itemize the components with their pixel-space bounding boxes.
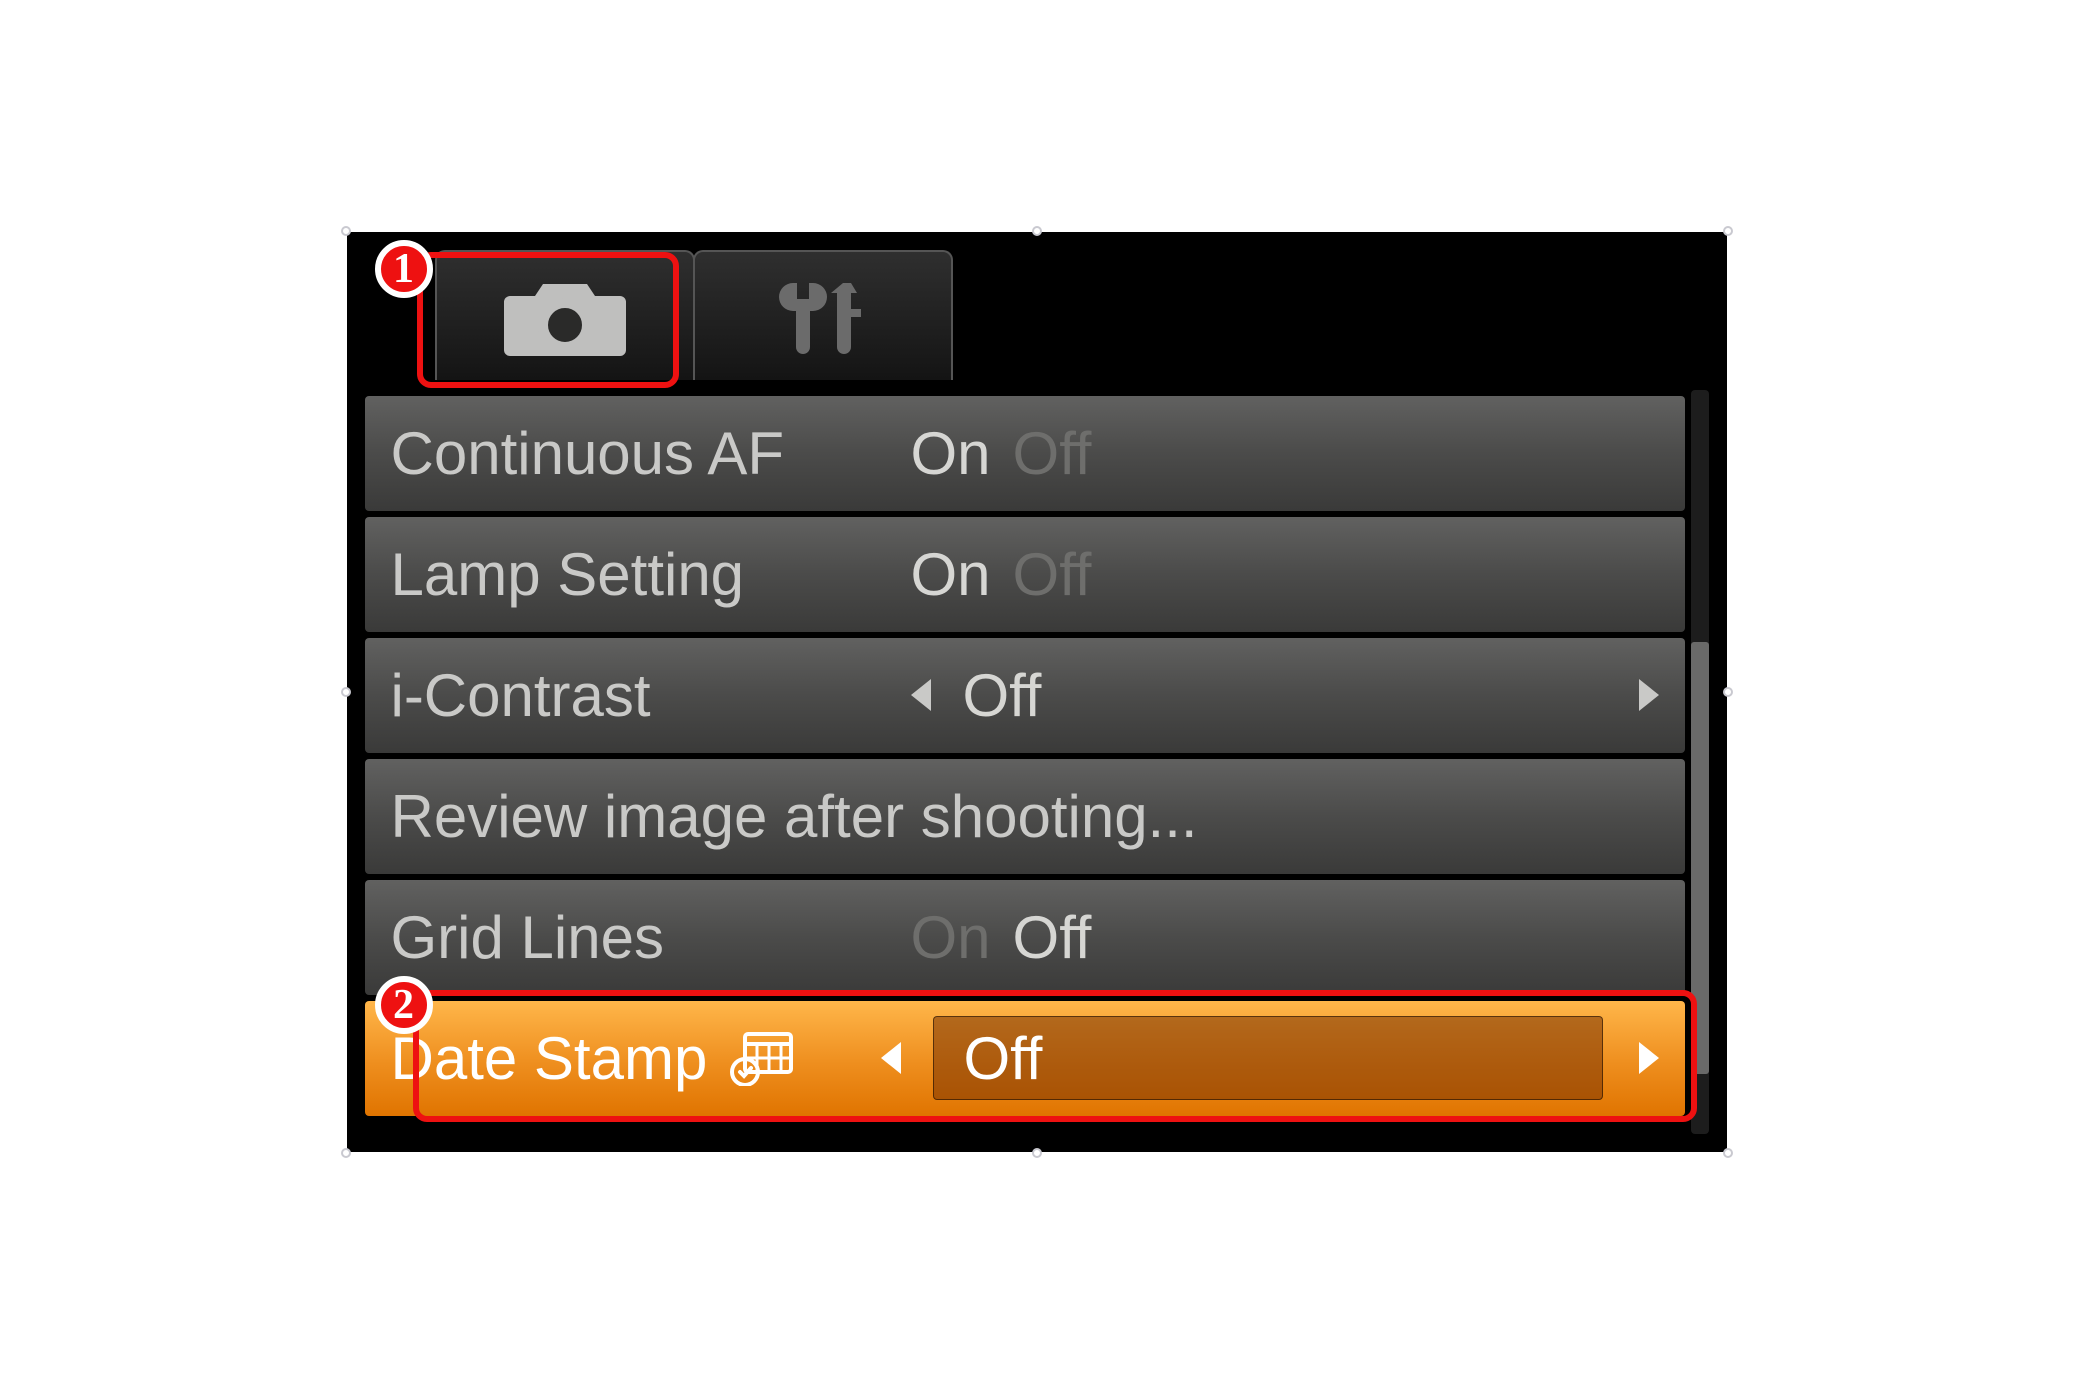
menu-label: Review image after shooting... [391,782,1198,851]
option-value: Off [963,661,1042,730]
option-on[interactable]: On [911,540,991,609]
crop-mark [1723,687,1733,697]
tools-icon [763,271,883,361]
option-off[interactable]: Off [1013,540,1092,609]
tab-shooting[interactable] [435,250,695,380]
option-value-box: Off [933,1016,1603,1100]
menu-row-date-stamp[interactable]: Date Stamp Off [365,1001,1685,1116]
crop-mark [341,687,351,697]
datestamp-icon [729,1030,795,1086]
crop-mark [1032,1148,1042,1158]
arrow-left-icon[interactable] [881,1042,901,1074]
crop-mark [1723,1148,1733,1158]
menu-label: Grid Lines [391,903,871,972]
camera-menu-screen: 1 2 Continuous AF On Off [347,232,1727,1152]
menu-list: Continuous AF On Off Lamp Setting On Off… [365,390,1685,1134]
menu-label: i-Contrast [391,661,871,730]
tab-bar [365,250,1709,390]
crop-mark [341,226,351,236]
menu-label: Continuous AF [391,419,871,488]
crop-mark [341,1148,351,1158]
crop-mark [1723,226,1733,236]
tab-setup[interactable] [693,250,953,380]
option-on[interactable]: On [911,903,991,972]
menu-label: Lamp Setting [391,540,871,609]
option-off[interactable]: Off [1013,903,1092,972]
menu-row-continuous-af[interactable]: Continuous AF On Off [365,396,1685,511]
arrow-right-icon[interactable] [1639,1042,1659,1074]
option-off[interactable]: Off [1013,419,1092,488]
menu-row-grid-lines[interactable]: Grid Lines On Off [365,880,1685,995]
menu-row-lamp-setting[interactable]: Lamp Setting On Off [365,517,1685,632]
arrow-left-icon[interactable] [911,679,931,711]
option-on[interactable]: On [911,419,991,488]
option-value: Off [964,1024,1043,1093]
callout-badge-2: 2 [375,976,433,1034]
menu-label: Date Stamp [391,1024,708,1093]
menu-row-i-contrast[interactable]: i-Contrast Off [365,638,1685,753]
arrow-right-icon[interactable] [1639,679,1659,711]
camera-icon [495,271,635,361]
menu-row-review-image[interactable]: Review image after shooting... [365,759,1685,874]
scrollbar-thumb[interactable] [1691,642,1709,1074]
callout-badge-1: 1 [375,240,433,298]
crop-mark [1032,226,1042,236]
menu-scrollbar[interactable] [1691,390,1709,1134]
